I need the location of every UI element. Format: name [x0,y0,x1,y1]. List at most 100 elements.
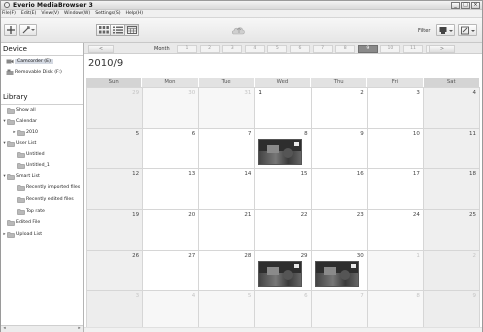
calendar-day-cell[interactable]: 8 [255,128,312,170]
month-button[interactable]: 6 [290,45,310,53]
calendar-day-cell[interactable]: 17 [367,169,424,210]
library-item[interactable]: ▸ Upload List [2,231,42,238]
calendar-day-cell[interactable]: 1 [255,88,312,129]
month-button[interactable]: 2 [199,45,220,53]
media-badge-icon [294,264,300,269]
video-thumbnail[interactable] [258,261,303,288]
month-button[interactable]: 9 [357,45,378,53]
calendar-day-cell[interactable]: 5 [199,291,256,332]
library-item[interactable]: Top rate [12,208,45,215]
calendar-day-cell[interactable]: 18 [423,169,480,210]
video-thumbnail[interactable] [314,261,359,288]
calendar-day-cell[interactable]: 7 [199,128,256,170]
calendar-day-cell[interactable]: 28 [199,250,256,292]
calendar-day-cell[interactable]: 14 [199,169,256,210]
month-button[interactable]: 3 [222,45,243,53]
calendar-day-cell[interactable]: 21 [199,210,256,251]
library-item[interactable]: Edited File [2,219,40,226]
calendar-day-cell[interactable]: 22 [255,210,312,251]
media-badge-icon [294,142,300,147]
close-button[interactable]: × [471,2,480,9]
video-thumbnail[interactable] [258,139,303,166]
calendar-day-cell[interactable]: 6 [143,128,200,170]
calendar-day-cell[interactable]: 30 [311,250,368,292]
library-item[interactable]: ▾ Calendar [2,118,37,125]
calendar-day-cell[interactable]: 19 [87,210,144,251]
scroll-left-arrow[interactable]: ◂ [1,326,8,332]
add-button[interactable] [4,24,17,36]
calendar-day-cell[interactable]: 29 [87,88,144,129]
library-item[interactable]: Show all [2,107,36,114]
calendar-day-cell[interactable]: 6 [255,291,312,332]
month-button[interactable]: 10 [380,45,401,53]
calendar-day-cell[interactable]: 9 [311,128,368,170]
filter-edit-dropdown[interactable] [458,24,477,36]
weekday-label: Fri [367,78,424,87]
menu-window[interactable]: Window(W) [64,11,90,16]
scroll-right-arrow[interactable]: ▸ [76,326,83,332]
upload-button[interactable] [229,24,249,36]
library-item[interactable]: Untitled [12,151,45,158]
sidebar-horizontal-scrollbar[interactable]: ◂ ▸ [1,325,83,332]
calendar-day-cell[interactable]: 13 [143,169,200,210]
calendar-day-cell[interactable]: 31 [199,88,256,129]
calendar-day-cell[interactable]: 8 [367,291,424,332]
menu-file[interactable]: File(F) [2,11,16,16]
media-filter-icon [439,26,453,34]
calendar-day-cell[interactable]: 25 [423,210,480,251]
calendar-day-cell[interactable]: 7 [311,291,368,332]
calendar-day-cell[interactable]: 16 [311,169,368,210]
previous-year-button[interactable]: < [88,45,114,53]
library-item[interactable]: Recently imported files [12,184,80,191]
tools-button[interactable] [19,24,37,36]
library-item[interactable]: ▾ Smart List [2,173,40,180]
calendar-day-cell[interactable]: 2 [423,250,480,292]
filter-media-dropdown[interactable] [436,24,455,36]
month-button[interactable]: 7 [312,45,333,53]
calendar-day-cell[interactable]: 11 [423,128,480,170]
library-item[interactable]: ▸ 2010 [12,129,38,136]
calendar-day-cell[interactable]: 29 [255,250,312,292]
calendar-day-cell[interactable]: 9 [423,291,480,332]
minimize-button[interactable]: _ [451,2,460,9]
month-button[interactable]: 1 [177,45,197,53]
calendar-day-cell[interactable]: 3 [367,88,424,129]
calendar-day-cell[interactable]: 24 [367,210,424,251]
device-item-camcorder[interactable]: Camcorder (E) [6,58,53,65]
library-item[interactable]: Recently edited files [12,196,74,203]
calendar-day-cell[interactable]: 30 [143,88,200,129]
weekday-header: Sun Mon Tue Wed Thu Fri Sat [86,78,480,87]
calendar-day-cell[interactable]: 2 [311,88,368,129]
month-button[interactable]: 4 [244,45,265,53]
thumbnail-view-button[interactable] [96,24,111,36]
calendar-view-button[interactable] [124,24,139,36]
library-item[interactable]: ▾ User List [2,140,36,147]
calendar-day-cell[interactable]: 1 [367,250,424,292]
maximize-button[interactable]: □ [461,2,470,9]
menu-edit[interactable]: Edit(E) [21,11,36,16]
device-item-removable-disk[interactable]: Removable Disk (F:) [6,69,62,76]
month-button[interactable]: 8 [335,45,356,53]
calendar-day-cell[interactable]: 20 [143,210,200,251]
calendar-day-cell[interactable]: 5 [87,128,144,170]
smart-folder-icon [17,196,25,203]
calendar-day-cell[interactable]: 10 [367,128,424,170]
month-button[interactable]: 5 [267,45,288,53]
menu-help[interactable]: Help(H) [126,11,144,16]
calendar-day-cell[interactable]: 4 [423,88,480,129]
calendar-day-cell[interactable]: 3 [87,291,144,332]
calendar-day-cell[interactable]: 4 [143,291,200,332]
month-button[interactable]: 11 [403,45,423,53]
next-year-button[interactable]: > [429,45,455,53]
calendar-day-cell[interactable]: 12 [87,169,144,210]
list-view-button[interactable] [110,24,125,36]
title-bar[interactable]: Everio MediaBrowser 3 _ □ × [1,1,482,10]
menu-settings[interactable]: Settings(S) [95,11,120,16]
calendar-horizontal-scrollbar[interactable] [84,327,482,332]
library-item[interactable]: Untitled_1 [12,162,50,169]
menu-view[interactable]: View(V) [41,11,59,16]
calendar-day-cell[interactable]: 23 [311,210,368,251]
calendar-day-cell[interactable]: 26 [87,250,144,292]
calendar-day-cell[interactable]: 15 [255,169,312,210]
calendar-day-cell[interactable]: 27 [143,250,200,292]
